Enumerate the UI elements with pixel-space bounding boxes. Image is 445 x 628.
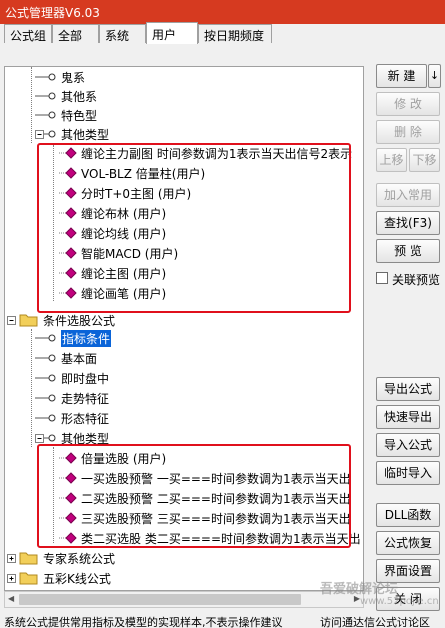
find-button[interactable]: 查找(F3) [376,211,440,235]
tree-item-label: 条件选股公式 [43,314,116,328]
tree-item-label: 走势特征 [61,392,110,406]
collapse-node-icon[interactable] [35,124,56,144]
tree-item-label: 其他系 [61,90,98,104]
tab-formula-group[interactable]: 公式组 [4,24,52,43]
window-title: 公式管理器V6.03 [5,6,100,20]
tree-node[interactable]: 特色型 [5,105,363,125]
tree-item-label: 即时盘中 [61,372,110,386]
folder-open-icon[interactable] [7,310,38,330]
branch-leaf-icon [35,408,56,428]
tree-item-label: 指标条件 [61,330,112,347]
tree-node[interactable]: 鬼系 [5,67,363,87]
scroll-thumb[interactable] [19,594,301,605]
tree-node[interactable]: 形态特征 [5,408,363,428]
branch-leaf-icon [35,86,56,106]
branch-leaf-icon [35,328,56,348]
preview-button[interactable]: 预 览 [376,239,440,263]
folder-closed-icon[interactable] [7,568,38,588]
add-common-button[interactable]: 加入常用 [376,183,440,207]
tree-node[interactable]: 指标条件 [5,328,363,348]
tab-all[interactable]: 全部 [52,24,99,43]
dll-function-button[interactable]: DLL函数 [376,503,440,527]
branch-leaf-icon [35,368,56,388]
folder-closed-icon[interactable] [7,548,38,568]
branch-leaf-icon [35,388,56,408]
tree-node[interactable]: 走势特征 [5,388,363,408]
tree-node[interactable]: 基本面 [5,348,363,368]
tab-by-date-frequency[interactable]: 按日期频度 [198,24,272,43]
tree-folder[interactable]: 五彩K线公式 [5,568,363,588]
tree-node[interactable]: 其他类型 [5,124,363,144]
tree-horizontal-scrollbar[interactable]: ◀ ▶ [4,591,364,608]
tree-item-label: 基本面 [61,352,98,366]
highlight-box-stock-picking [37,444,351,548]
checkbox-box[interactable] [376,272,388,284]
new-dropdown-icon[interactable]: ↓ [428,64,441,88]
modify-button[interactable]: 修 改 [376,92,440,116]
forum-link[interactable]: 访问通达信公式讨论区 [320,614,430,628]
status-text: 系统公式提供常用指标及模型的实现样本,不表示操作建议 [4,616,283,628]
import-formula-button[interactable]: 导入公式 [376,433,440,457]
watermark: 吾爱破解论坛 [320,582,399,597]
delete-button[interactable]: 删 除 [376,120,440,144]
tab-user[interactable]: 用户 [146,22,198,44]
title-bar: 公式管理器V6.03 [0,0,445,24]
branch-leaf-icon [35,67,56,87]
branch-leaf-icon [35,105,56,125]
scroll-left-icon[interactable]: ◀ [8,594,14,603]
move-down-button[interactable]: 下移 [409,148,440,172]
branch-leaf-icon [35,348,56,368]
tree-folder[interactable]: 条件选股公式 [5,310,363,330]
tree-folder[interactable]: 专家系统公式 [5,548,363,568]
status-bar: 系统公式提供常用指标及模型的实现样本,不表示操作建议 访问通达信公式讨论区 [0,612,445,628]
tree-item-label: 鬼系 [61,71,86,85]
tree-node[interactable]: 其他系 [5,86,363,106]
quick-export-button[interactable]: 快速导出 [376,405,440,429]
formula-restore-button[interactable]: 公式恢复 [376,531,440,555]
tree-item-label: 形态特征 [61,412,110,426]
tree-node[interactable]: 即时盘中 [5,368,363,388]
tree-item-label: 专家系统公式 [43,552,116,566]
tree-item-label: 特色型 [61,109,98,123]
new-button[interactable]: 新 建 [376,64,427,88]
highlight-box-indicators [37,143,351,313]
tab-system[interactable]: 系统 [99,24,146,43]
tree-item-label: 五彩K线公式 [43,572,111,586]
temp-import-button[interactable]: 临时导入 [376,461,440,485]
tree-item-label: 其他类型 [61,128,110,142]
move-up-button[interactable]: 上移 [376,148,407,172]
export-formula-button[interactable]: 导出公式 [376,377,440,401]
linked-preview-label: 关联预览 [392,273,441,287]
watermark-url: www.52pojie.cn [360,596,439,607]
